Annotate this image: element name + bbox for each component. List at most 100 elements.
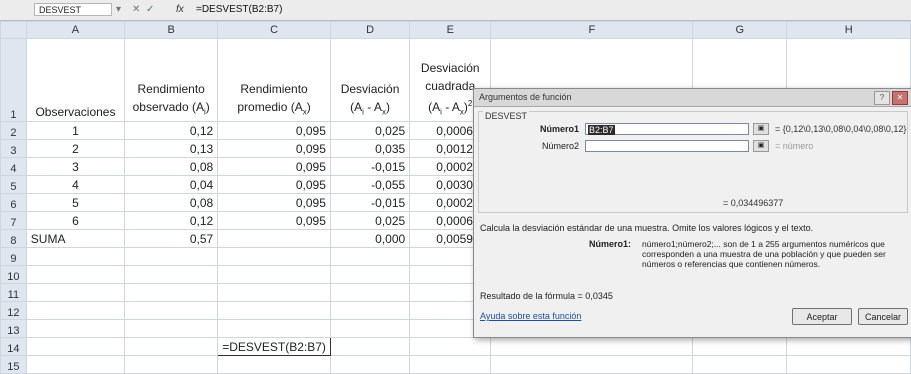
row-header[interactable]: 8 bbox=[0, 229, 27, 248]
cell[interactable] bbox=[490, 355, 694, 374]
row-header[interactable]: 2 bbox=[0, 121, 27, 140]
select-all-corner[interactable] bbox=[0, 21, 27, 39]
name-box-dropdown-icon[interactable]: ▾ bbox=[116, 3, 121, 16]
cell-a8[interactable]: SUMA bbox=[25, 229, 126, 248]
cell[interactable] bbox=[25, 283, 126, 302]
row-header[interactable]: 5 bbox=[0, 175, 27, 194]
cell-b4[interactable]: 0,08 bbox=[124, 157, 219, 176]
cell-c4[interactable]: 0,095 bbox=[217, 157, 331, 176]
cell-c2[interactable]: 0,095 bbox=[217, 121, 331, 140]
cell[interactable] bbox=[329, 337, 411, 356]
help-icon[interactable]: ? bbox=[874, 91, 890, 105]
row-header[interactable]: 14 bbox=[0, 337, 27, 356]
cell-a4[interactable]: 3 bbox=[25, 157, 126, 176]
row-header[interactable]: 9 bbox=[0, 247, 27, 266]
column-header-g[interactable]: G bbox=[692, 21, 788, 39]
column-header-h[interactable]: H bbox=[786, 21, 911, 39]
insert-function-button[interactable]: fx bbox=[176, 3, 184, 16]
cell[interactable] bbox=[25, 247, 126, 266]
cell[interactable] bbox=[217, 319, 331, 338]
column-header-f[interactable]: F bbox=[490, 21, 694, 39]
cell[interactable] bbox=[329, 301, 411, 320]
cell-a7[interactable]: 6 bbox=[25, 211, 126, 230]
cell[interactable] bbox=[124, 247, 219, 266]
cell-d5[interactable]: -0,055 bbox=[329, 175, 411, 194]
column-header-c[interactable]: C bbox=[217, 21, 331, 39]
row-header[interactable]: 10 bbox=[0, 265, 27, 284]
row-header[interactable]: 1 bbox=[0, 38, 27, 122]
cell-c1[interactable]: Rendimiento promedio (Ax) bbox=[217, 38, 331, 122]
cell[interactable] bbox=[25, 301, 126, 320]
collapse-dialog-icon[interactable]: ▣ bbox=[753, 140, 769, 152]
arg1-input[interactable]: B2:B7 bbox=[585, 123, 749, 135]
close-icon[interactable]: ✕ bbox=[892, 91, 908, 105]
dialog-title[interactable]: Argumentos de función bbox=[474, 89, 911, 107]
column-header-e[interactable]: E bbox=[409, 21, 492, 39]
cell-d8[interactable]: 0,000 bbox=[329, 229, 411, 248]
row-header[interactable]: 11 bbox=[0, 283, 27, 302]
cell[interactable] bbox=[692, 337, 788, 356]
cell-b5[interactable]: 0,04 bbox=[124, 175, 219, 194]
cell-a3[interactable]: 2 bbox=[25, 139, 126, 158]
cell-c14-editing[interactable]: =DESVEST(B2:B7) bbox=[217, 337, 331, 356]
cancel-button[interactable]: Cancelar bbox=[858, 308, 908, 325]
cell[interactable] bbox=[409, 355, 492, 374]
cell-c8[interactable] bbox=[217, 229, 331, 248]
cell-d1[interactable]: Desviación (Ai - Ax) bbox=[329, 38, 411, 122]
row-header[interactable]: 13 bbox=[0, 319, 27, 338]
cell-b1[interactable]: Rendimiento observado (Ai) bbox=[124, 38, 219, 122]
cell[interactable] bbox=[217, 355, 331, 374]
cell-b6[interactable]: 0,08 bbox=[124, 193, 219, 212]
cell-a6[interactable]: 5 bbox=[25, 193, 126, 212]
row-header[interactable]: 7 bbox=[0, 211, 27, 230]
row-header[interactable]: 15 bbox=[0, 355, 27, 374]
name-box[interactable]: DESVEST bbox=[34, 3, 112, 16]
cell[interactable] bbox=[124, 319, 219, 338]
cell[interactable] bbox=[217, 301, 331, 320]
cell[interactable] bbox=[329, 283, 411, 302]
cell[interactable] bbox=[217, 265, 331, 284]
cell[interactable] bbox=[25, 319, 126, 338]
cell-a2[interactable]: 1 bbox=[25, 121, 126, 140]
cell-d7[interactable]: 0,025 bbox=[329, 211, 411, 230]
cell[interactable] bbox=[409, 337, 492, 356]
cell-d6[interactable]: -0,015 bbox=[329, 193, 411, 212]
cell-c3[interactable]: 0,095 bbox=[217, 139, 331, 158]
cell-c7[interactable]: 0,095 bbox=[217, 211, 331, 230]
cell[interactable] bbox=[217, 247, 331, 266]
enter-icon[interactable]: ✓ bbox=[146, 3, 154, 16]
row-header[interactable]: 3 bbox=[0, 139, 27, 158]
cell-b7[interactable]: 0,12 bbox=[124, 211, 219, 230]
cell-c5[interactable]: 0,095 bbox=[217, 175, 331, 194]
formula-input[interactable]: =DESVEST(B2:B7) bbox=[196, 3, 282, 16]
cell-b8[interactable]: 0,57 bbox=[124, 229, 219, 248]
row-header[interactable]: 12 bbox=[0, 301, 27, 320]
cell[interactable] bbox=[692, 355, 788, 374]
cell-a5[interactable]: 4 bbox=[25, 175, 126, 194]
cell[interactable] bbox=[329, 247, 411, 266]
cell[interactable] bbox=[124, 301, 219, 320]
cell[interactable] bbox=[124, 265, 219, 284]
cell-d2[interactable]: 0,025 bbox=[329, 121, 411, 140]
arg2-input[interactable] bbox=[585, 140, 749, 152]
cell-b3[interactable]: 0,13 bbox=[124, 139, 219, 158]
row-header[interactable]: 6 bbox=[0, 193, 27, 212]
cell-d4[interactable]: -0,015 bbox=[329, 157, 411, 176]
cancel-icon[interactable]: ✕ bbox=[132, 3, 140, 16]
cell[interactable] bbox=[329, 355, 411, 374]
cell-d3[interactable]: 0,035 bbox=[329, 139, 411, 158]
column-header-d[interactable]: D bbox=[329, 21, 411, 39]
cell-b2[interactable]: 0,12 bbox=[124, 121, 219, 140]
cell-a1[interactable]: Observaciones bbox=[25, 38, 126, 122]
cell[interactable] bbox=[217, 283, 331, 302]
help-link[interactable]: Ayuda sobre esta función bbox=[480, 311, 581, 321]
cell[interactable] bbox=[25, 265, 126, 284]
cell[interactable] bbox=[124, 337, 219, 356]
ok-button[interactable]: Aceptar bbox=[792, 308, 852, 325]
cell[interactable] bbox=[124, 355, 219, 374]
cell[interactable] bbox=[490, 337, 694, 356]
cell-c6[interactable]: 0,095 bbox=[217, 193, 331, 212]
cell[interactable] bbox=[329, 265, 411, 284]
cell[interactable] bbox=[786, 355, 911, 374]
column-header-b[interactable]: B bbox=[124, 21, 219, 39]
